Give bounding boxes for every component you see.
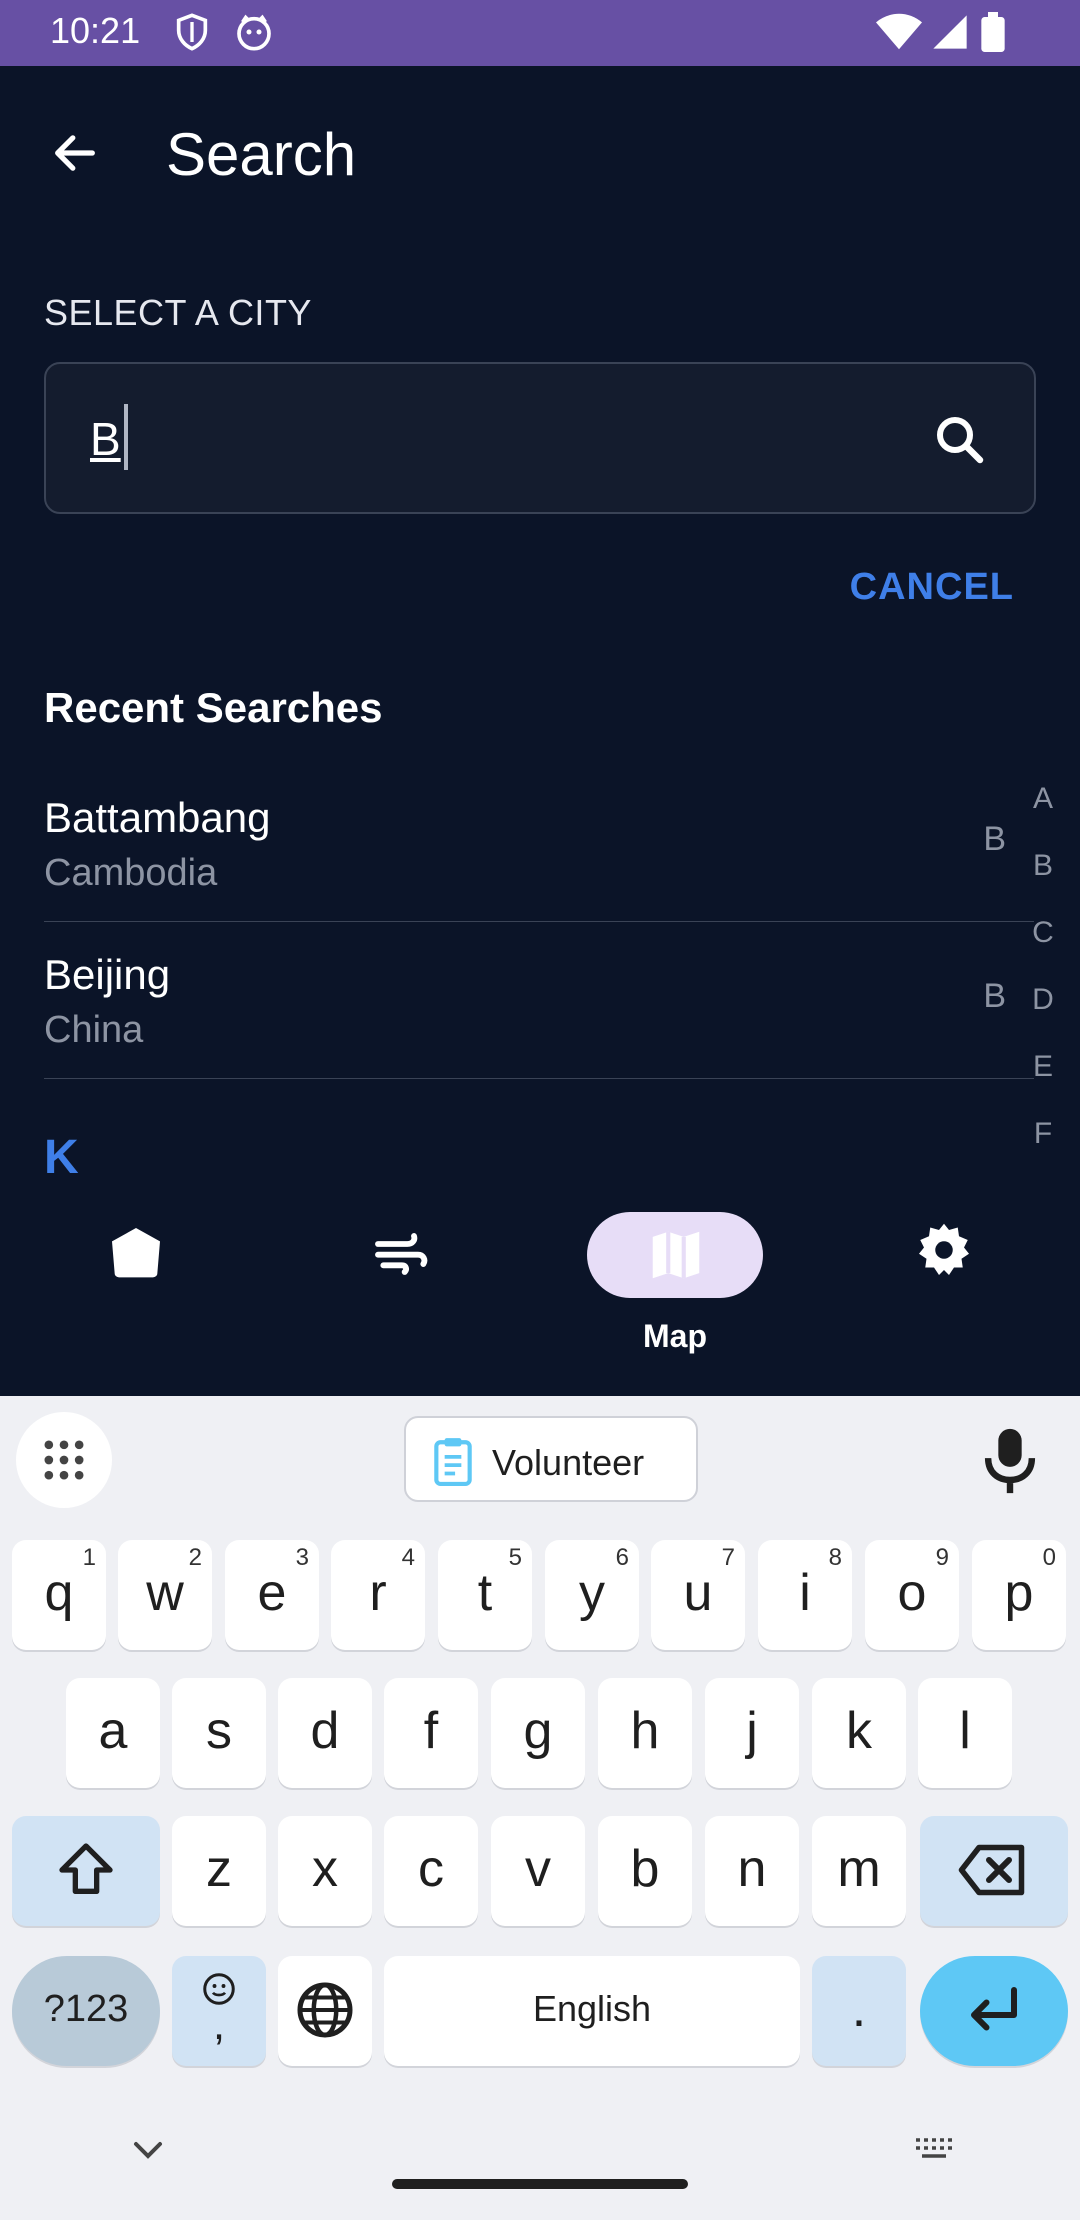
list-item[interactable]: Beijing China B [44,923,1034,1079]
key-c[interactable]: c [384,1816,478,1926]
clipboard-icon [434,1438,472,1486]
cancel-button[interactable]: CANCEL [850,566,1014,609]
alpha-index-letter[interactable]: F [1028,1117,1058,1184]
cat-face-icon [234,12,274,57]
nav-map-label: Map [643,1318,707,1354]
gear-icon [919,1223,969,1275]
alpha-index-letter[interactable]: E [1028,1050,1058,1117]
key-o[interactable]: o9 [865,1540,959,1650]
backspace-icon [958,1844,1025,1896]
nav-home[interactable] [34,1196,234,1396]
page-title: Search [166,121,357,188]
shift-arrow-icon [59,1843,113,1894]
key-s[interactable]: s [172,1678,266,1788]
battery-icon [980,12,1006,57]
keyboard-menu-button[interactable] [16,1412,112,1508]
alpha-index-letter[interactable]: D [1028,983,1058,1050]
key-u[interactable]: u7 [651,1540,745,1650]
key-p[interactable]: p0 [972,1540,1066,1650]
key-l[interactable]: l [918,1678,1012,1788]
clipboard-suggestion-chip[interactable]: Volunteer [404,1416,698,1502]
key-d[interactable]: d [278,1678,372,1788]
enter-key[interactable] [920,1956,1068,2066]
section-letter: B [983,820,1006,858]
nav-settings[interactable] [844,1196,1044,1396]
search-icon[interactable] [930,410,990,470]
country-name: China [44,1009,144,1051]
keyboard-switch-button[interactable] [910,2126,958,2174]
nav-wind[interactable] [304,1196,504,1396]
country-name: Cambodia [44,852,218,894]
key-v[interactable]: v [491,1816,585,1926]
nav-map[interactable] [587,1212,763,1298]
language-key[interactable] [278,1956,372,2066]
gesture-navigation-bar[interactable] [392,2179,688,2189]
status-bar: 10:21 [0,0,1080,66]
city-name: Beijing [44,951,171,998]
alphabet-index[interactable]: A B C D E F [1028,782,1058,1184]
list-item[interactable]: Battambang Cambodia B [44,766,1034,922]
map-icon [652,1231,700,1279]
on-screen-keyboard: Volunteer q1 w2 e3 r4 t5 y6 u7 i8 o9 p0 … [0,1396,1080,2220]
backspace-key[interactable] [920,1816,1068,1926]
section-header: K [44,1131,79,1184]
key-x[interactable]: x [278,1816,372,1926]
home-icon [112,1228,160,1278]
key-g[interactable]: g [491,1678,585,1788]
symbols-key[interactable]: ?123 [12,1956,160,2066]
emoji-comma-key[interactable]: , [172,1956,266,2066]
signal-icon [930,12,970,57]
alpha-index-letter[interactable]: C [1028,916,1058,983]
key-y[interactable]: y6 [545,1540,639,1650]
shift-key[interactable] [12,1816,160,1926]
key-h[interactable]: h [598,1678,692,1788]
recent-searches-heading: Recent Searches [44,684,383,731]
back-button[interactable] [40,118,110,188]
voice-input-button[interactable] [980,1426,1040,1496]
key-f[interactable]: f [384,1678,478,1788]
space-key[interactable]: English [384,1956,800,2066]
key-w[interactable]: w2 [118,1540,212,1650]
chevron-down-icon [134,2142,162,2159]
globe-icon [297,1982,353,2038]
search-input-value: B [90,413,121,465]
search-screen: Search SELECT A CITY B CANCEL Recent Sea… [0,66,1080,1396]
key-m[interactable]: m [812,1816,906,1926]
text-caret [124,404,128,470]
key-e[interactable]: e3 [225,1540,319,1650]
enter-arrow-icon [971,1987,1017,2031]
key-n[interactable]: n [705,1816,799,1926]
key-j[interactable]: j [705,1678,799,1788]
wind-icon [375,1233,428,1275]
comma-label: , [212,2000,226,2049]
suggestion-text: Volunteer [492,1442,645,1483]
key-z[interactable]: z [172,1816,266,1926]
grid-icon [44,1440,84,1480]
status-time: 10:21 [50,10,141,51]
bottom-navigation: Map [0,1196,1080,1396]
section-letter: B [983,977,1006,1015]
shield-icon [172,12,212,57]
key-a[interactable]: a [66,1678,160,1788]
city-name: Battambang [44,794,271,841]
select-city-label: SELECT A CITY [44,292,312,333]
arrow-back-icon [55,135,95,171]
city-search-input[interactable]: B [44,362,1036,514]
hide-keyboard-button[interactable] [124,2126,172,2174]
keyboard-icon [916,2138,952,2158]
wifi-icon [876,12,922,57]
alpha-index-letter[interactable]: B [1028,849,1058,916]
alpha-index-letter[interactable]: A [1028,782,1058,849]
key-r[interactable]: r4 [331,1540,425,1650]
microphone-icon [984,1428,1036,1494]
key-i[interactable]: i8 [758,1540,852,1650]
key-t[interactable]: t5 [438,1540,532,1650]
key-b[interactable]: b [598,1816,692,1926]
key-q[interactable]: q1 [12,1540,106,1650]
period-key[interactable]: . [812,1956,906,2066]
key-k[interactable]: k [812,1678,906,1788]
